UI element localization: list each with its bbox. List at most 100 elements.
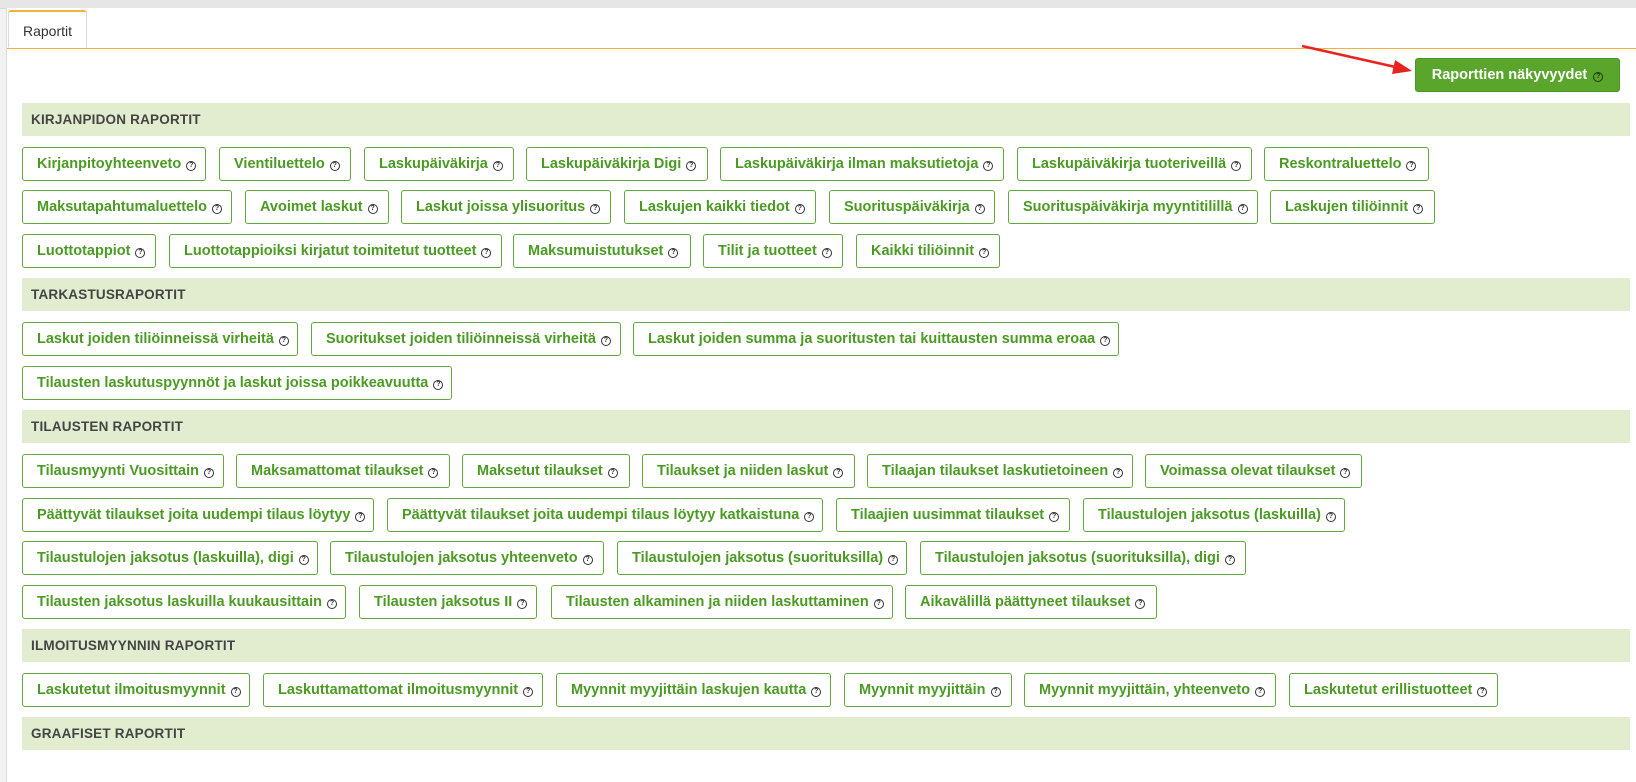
help-icon[interactable]: ? [833,468,844,478]
help-icon[interactable]: ? [428,468,439,478]
report-button[interactable]: Tilaustulojen jaksotus (laskuilla), digi… [22,541,318,575]
help-icon[interactable]: ? [355,512,366,522]
help-icon[interactable]: ? [492,161,503,171]
help-icon[interactable]: ? [607,468,618,478]
report-button[interactable]: Kaikki tiliöinnit? [856,234,1000,268]
report-button[interactable]: Tilaajan tilaukset laskutietoineen? [867,454,1133,488]
help-icon[interactable]: ? [1340,468,1351,478]
help-icon[interactable]: ? [983,161,994,171]
help-icon[interactable]: ? [481,248,492,258]
report-button[interactable]: Suorituspäiväkirja? [829,190,995,224]
help-icon[interactable]: ? [1406,161,1417,171]
help-icon[interactable]: ? [367,204,378,214]
report-button[interactable]: Laskutetut ilmoitusmyynnit? [22,673,250,707]
help-icon[interactable]: ? [1325,512,1336,522]
report-button[interactable]: Päättyvät tilaukset joita uudempi tilaus… [22,498,374,532]
report-button[interactable]: Laskupäiväkirja? [364,147,514,181]
report-button[interactable]: Luottotappiot? [22,234,156,268]
help-icon[interactable]: ? [590,204,601,214]
report-label: Laskut joiden summa ja suoritusten tai k… [648,331,1096,347]
help-icon[interactable]: ? [1255,687,1266,697]
help-icon[interactable]: ? [1049,512,1060,522]
report-button[interactable]: Päättyvät tilaukset joita uudempi tilaus… [387,498,823,532]
help-icon[interactable]: ? [1237,204,1248,214]
help-icon[interactable]: ? [600,336,611,346]
report-button[interactable]: Myynnit myyjittäin, yhteenveto? [1024,673,1276,707]
help-icon[interactable]: ? [230,687,241,697]
report-button[interactable]: Maksetut tilaukset? [462,454,630,488]
help-icon[interactable]: ? [1477,687,1488,697]
help-icon[interactable]: ? [668,248,679,258]
report-button[interactable]: Tilausten jaksotus II? [359,585,537,619]
section-header: ILMOITUSMYYNNIN RAPORTIT [22,629,1630,662]
help-icon[interactable]: ? [523,687,534,697]
help-icon[interactable]: ? [203,468,214,478]
help-icon[interactable]: ? [1413,204,1424,214]
tab-bar: Raportit [7,8,1636,49]
help-icon[interactable]: ? [212,204,222,214]
report-button[interactable]: Aikavälillä päättyneet tilaukset? [905,585,1157,619]
report-button[interactable]: Maksamattomat tilaukset? [236,454,450,488]
report-button[interactable]: Maksutapahtumaluettelo? [22,190,232,224]
help-icon[interactable]: ? [1224,555,1235,565]
help-icon[interactable]: ? [794,204,805,214]
report-button[interactable]: Laskupäiväkirja ilman maksutietoja? [720,147,1004,181]
help-icon[interactable]: ? [979,248,990,258]
report-button[interactable]: Tilaukset ja niiden laskut? [642,454,855,488]
report-button[interactable]: Maksumuistutukset? [513,234,691,268]
help-icon[interactable]: ? [888,555,899,565]
report-button[interactable]: Luottotappioiksi kirjatut toimitetut tuo… [169,234,502,268]
help-icon[interactable]: ? [329,161,340,171]
report-label: Laskupäiväkirja Digi [541,156,682,172]
report-button[interactable]: Tilausmyynti Vuosittain? [22,454,224,488]
report-button[interactable]: Myynnit myyjittäin? [844,673,1012,707]
report-button[interactable]: Laskut joiden summa ja suoritusten tai k… [633,322,1119,356]
help-icon[interactable]: ? [582,555,593,565]
report-button[interactable]: Laskutetut erillistuotteet? [1289,673,1498,707]
report-button[interactable]: Avoimet laskut? [245,190,389,224]
report-button[interactable]: Kirjanpitoyhteenveto? [22,147,206,181]
report-button[interactable]: Tilit ja tuotteet? [703,234,843,268]
report-button[interactable]: Tilausten laskutuspyynnöt ja laskut jois… [22,366,452,400]
help-icon[interactable]: ? [1231,161,1242,171]
help-icon[interactable]: ? [990,687,1001,697]
report-button[interactable]: Laskut joiden tiliöinneissä virheitä? [22,322,298,356]
report-button[interactable]: Laskut joissa ylisuoritus? [401,190,611,224]
report-button[interactable]: Laskupäiväkirja tuoteriveillä? [1017,147,1252,181]
report-button[interactable]: Tilaustulojen jaksotus (suorituksilla), … [920,541,1246,575]
report-button[interactable]: Suoritukset joiden tiliöinneissä virheit… [311,322,621,356]
help-icon[interactable]: ? [1135,599,1146,609]
help-icon[interactable]: ? [686,161,697,171]
report-button[interactable]: Vientiluettelo? [219,147,351,181]
help-icon[interactable]: ? [974,204,985,214]
help-icon[interactable]: ? [433,380,444,390]
report-visibility-button[interactable]: Raporttien näkyvyydet ? [1415,58,1620,92]
report-button[interactable]: Myynnit myyjittäin laskujen kautta? [556,673,831,707]
report-button[interactable]: Tilaustulojen jaksotus (laskuilla)? [1083,498,1345,532]
help-icon[interactable]: ? [278,336,289,346]
report-button[interactable]: Suorituspäiväkirja myyntitilillä? [1008,190,1258,224]
help-icon[interactable]: ? [186,161,197,171]
report-button[interactable]: Tilausten alkaminen ja niiden laskuttami… [551,585,893,619]
help-icon[interactable]: ? [1113,468,1124,478]
report-button[interactable]: Tilaustulojen jaksotus (suorituksilla)? [617,541,907,575]
report-button[interactable]: Voimassa olevat tilaukset? [1145,454,1362,488]
report-button[interactable]: Laskujen kaikki tiedot? [624,190,816,224]
help-icon[interactable]: ? [821,248,832,258]
report-button[interactable]: Tilausten jaksotus laskuilla kuukausitta… [22,585,346,619]
report-button[interactable]: Reskontraluettelo? [1264,147,1429,181]
report-button[interactable]: Tilaajien uusimmat tilaukset? [836,498,1070,532]
help-icon[interactable]: ? [811,687,822,697]
tab-raportit[interactable]: Raportit [8,10,88,48]
help-icon[interactable]: ? [804,512,815,522]
report-button[interactable]: Laskujen tiliöinnit? [1270,190,1435,224]
help-icon[interactable]: ? [298,555,309,565]
report-button[interactable]: Tilaustulojen jaksotus yhteenveto? [330,541,604,575]
help-icon[interactable]: ? [327,599,337,609]
help-icon[interactable]: ? [135,248,146,258]
report-button[interactable]: Laskupäiväkirja Digi? [526,147,708,181]
help-icon[interactable]: ? [873,599,884,609]
help-icon[interactable]: ? [1100,336,1111,346]
help-icon[interactable]: ? [517,599,528,609]
report-button[interactable]: Laskuttamattomat ilmoitusmyynnit? [263,673,543,707]
